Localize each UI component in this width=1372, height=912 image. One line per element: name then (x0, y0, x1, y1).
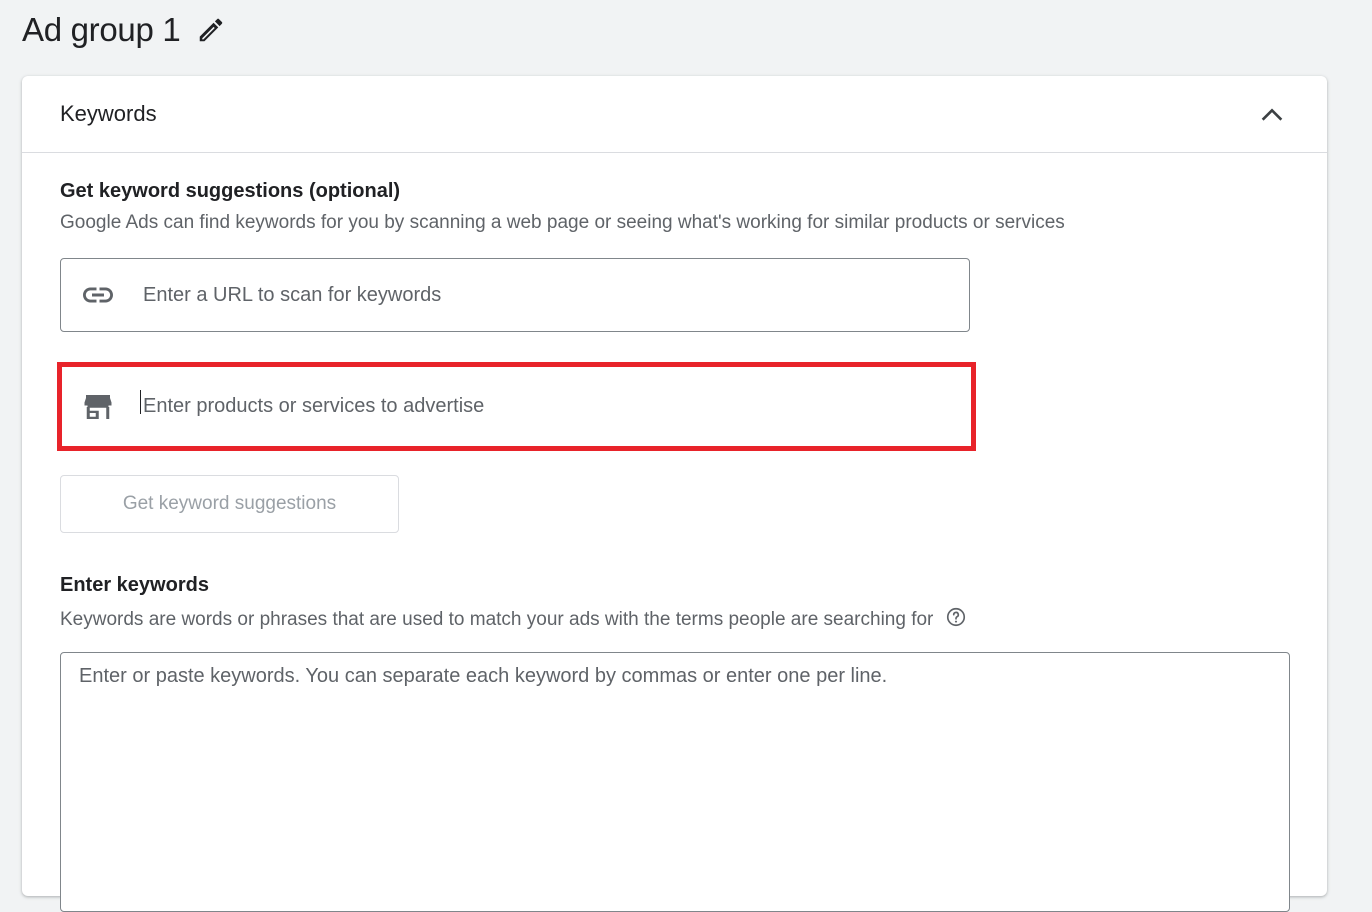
products-input-field[interactable] (60, 367, 970, 446)
keywords-card: Keywords Get keyword suggestions (option… (22, 76, 1327, 912)
chevron-up-icon (1261, 108, 1283, 121)
suggestions-title: Get keyword suggestions (optional) (60, 180, 401, 202)
enter-keywords-description-text: Keywords are words or phrases that are u… (60, 609, 934, 630)
suggestions-description: Google Ads can find keywords for you by … (60, 212, 1065, 233)
collapse-button[interactable] (1255, 98, 1289, 132)
link-icon (79, 276, 117, 314)
pencil-icon (200, 18, 223, 42)
text-caret (140, 390, 141, 414)
url-input[interactable] (141, 274, 969, 316)
edit-title-button[interactable] (194, 13, 228, 47)
keywords-card-title: Keywords (60, 101, 157, 126)
page-title: Ad group 1 (22, 11, 181, 48)
enter-keywords-description: Keywords are words or phrases that are u… (60, 606, 967, 631)
help-circle-icon[interactable] (945, 606, 967, 628)
keywords-textarea[interactable] (60, 652, 1290, 912)
page-header: Ad group 1 (22, 8, 228, 52)
store-icon (79, 388, 117, 426)
keywords-card-header[interactable]: Keywords (22, 76, 1327, 153)
enter-keywords-title: Enter keywords (60, 574, 209, 596)
get-keyword-suggestions-button[interactable]: Get keyword suggestions (60, 475, 399, 533)
url-input-field[interactable] (60, 258, 970, 332)
products-input[interactable] (141, 385, 969, 428)
